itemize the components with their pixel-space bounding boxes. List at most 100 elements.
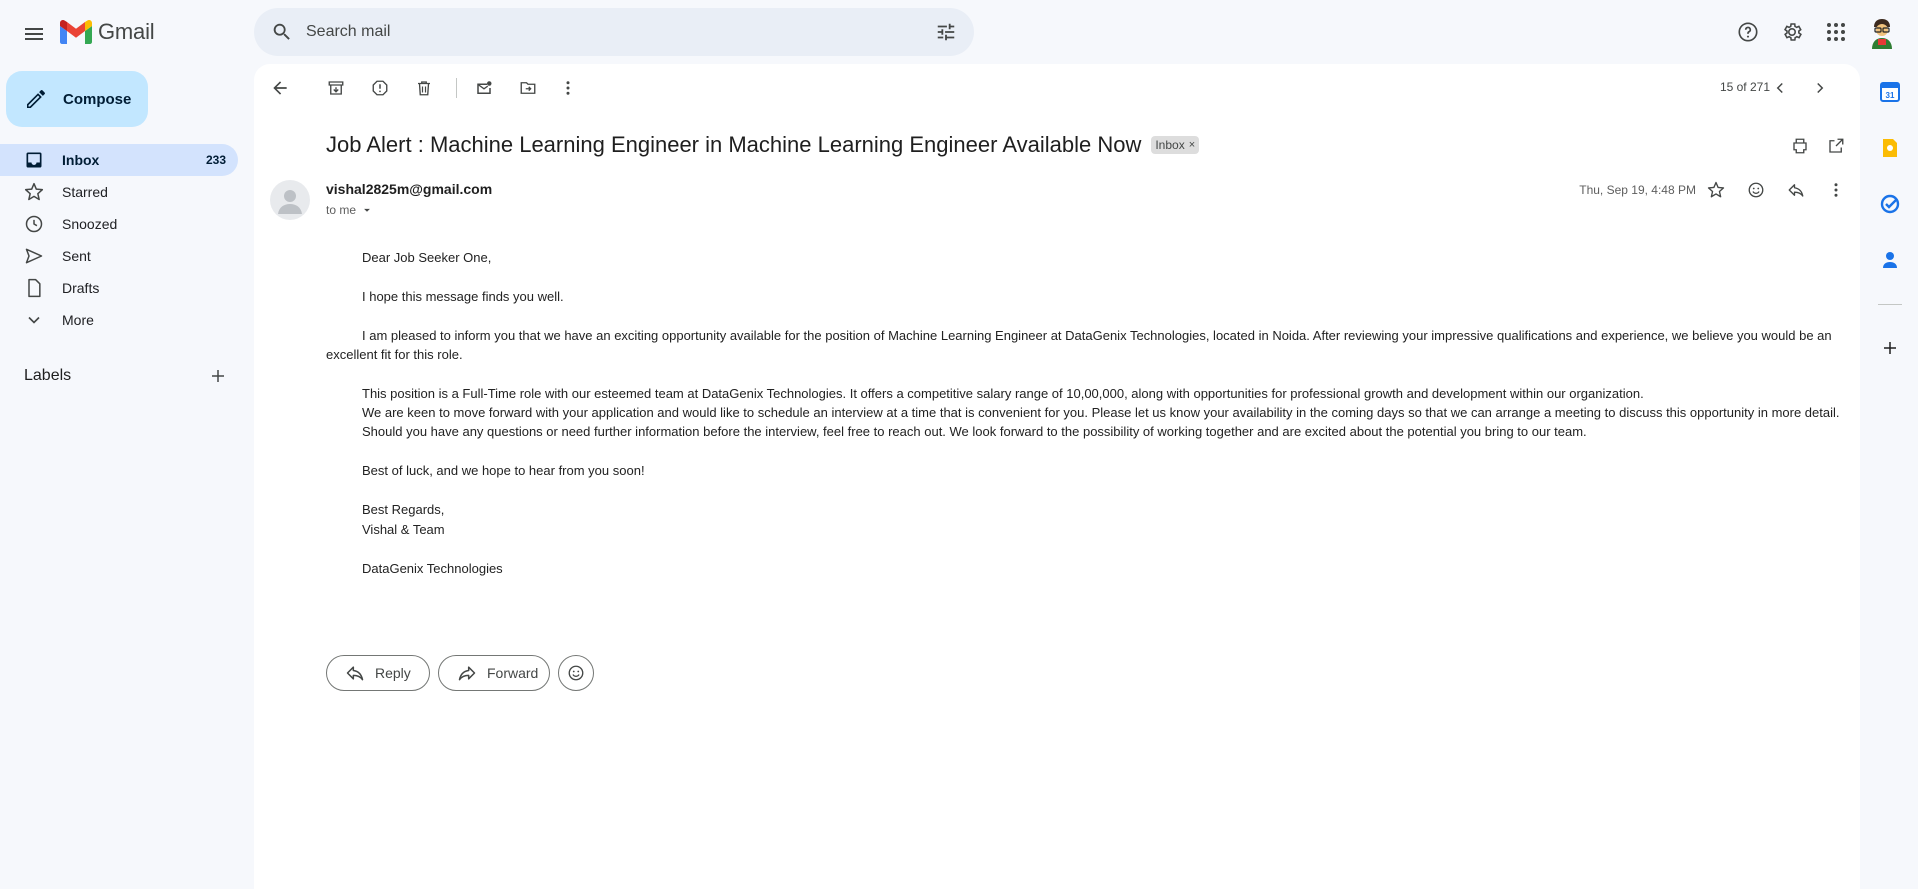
- gmail-m-icon: [60, 20, 92, 44]
- body-paragraph-line: This position is a Full-Time role with o…: [362, 386, 1644, 401]
- body-signature: Vishal & Team: [362, 522, 445, 537]
- open-new-window-button[interactable]: [1816, 126, 1856, 166]
- open-in-new-icon: [1829, 138, 1844, 153]
- mark-unread-button[interactable]: [464, 68, 504, 108]
- tune-icon: [937, 23, 955, 41]
- star-icon: [1707, 181, 1725, 198]
- email-date: Thu, Sep 19, 4:48 PM: [1579, 183, 1696, 197]
- forward-action-button[interactable]: Forward: [438, 655, 550, 691]
- body-greeting: Dear Job Seeker One,: [362, 250, 492, 265]
- plus-icon: [212, 370, 224, 382]
- archive-icon: [328, 81, 344, 95]
- print-all-button[interactable]: [1780, 126, 1820, 166]
- account-avatar[interactable]: [1862, 12, 1902, 52]
- reply-action-button[interactable]: Reply: [326, 655, 430, 691]
- user-avatar-icon: [1865, 15, 1899, 49]
- chevron-left-icon: [1776, 82, 1783, 94]
- create-label-button[interactable]: [202, 360, 234, 392]
- report-spam-button[interactable]: [360, 68, 400, 108]
- move-to-button[interactable]: [508, 68, 548, 108]
- apps-grid-icon: [1827, 23, 1845, 41]
- svg-text:31: 31: [1886, 91, 1895, 100]
- send-icon: [22, 244, 46, 268]
- body-company: DataGenix Technologies: [362, 561, 503, 576]
- sidebar-nav: Inbox 233 Starred Snoozed Sent Drafts Mo…: [0, 144, 238, 336]
- chevron-right-icon: [1817, 82, 1824, 94]
- search-button[interactable]: [262, 12, 302, 52]
- sidebar-item-label: More: [62, 312, 94, 328]
- sidebar-item-drafts[interactable]: Drafts: [0, 272, 238, 304]
- chevron-down-icon: [22, 308, 46, 332]
- back-button[interactable]: [260, 68, 300, 108]
- sidebar-item-label: Drafts: [62, 280, 100, 296]
- sidebar-item-snoozed[interactable]: Snoozed: [0, 208, 238, 240]
- help-icon: [1738, 22, 1758, 42]
- search-icon: [273, 23, 290, 40]
- contacts-app-button[interactable]: [1870, 240, 1910, 280]
- support-button[interactable]: [1728, 12, 1768, 52]
- google-apps-button[interactable]: [1816, 12, 1856, 52]
- body-regards: Best Regards,: [362, 502, 445, 517]
- more-actions-button[interactable]: [548, 68, 588, 108]
- remove-label-button[interactable]: ×: [1189, 139, 1195, 151]
- unread-count: 233: [205, 153, 226, 167]
- reply-button[interactable]: [1776, 170, 1816, 210]
- sender-avatar[interactable]: [270, 180, 310, 220]
- pencil-icon: [27, 89, 45, 108]
- add-reaction-button[interactable]: [1736, 170, 1776, 210]
- folder-move-icon: [520, 82, 536, 94]
- sidebar-item-more[interactable]: More: [0, 304, 238, 336]
- main-menu-button[interactable]: [12, 12, 56, 56]
- reply-label: Reply: [375, 665, 411, 681]
- report-icon: [372, 80, 388, 96]
- sender-email[interactable]: vishal2825m@gmail.com: [326, 181, 492, 197]
- calendar-app-button[interactable]: 31: [1870, 72, 1910, 112]
- contacts-icon: [1883, 252, 1897, 268]
- body-paragraph-line: I am pleased to inform you that we have …: [362, 328, 1832, 343]
- get-addons-button[interactable]: [1870, 328, 1910, 368]
- newer-button[interactable]: [1760, 68, 1800, 108]
- label-chip: Inbox ×: [1151, 136, 1200, 154]
- more-vert-icon: [566, 81, 570, 95]
- forward-icon: [458, 666, 476, 681]
- tasks-app-button[interactable]: [1870, 184, 1910, 224]
- more-vert-icon: [1834, 183, 1838, 197]
- hamburger-icon: [25, 28, 43, 40]
- search-options-button[interactable]: [926, 12, 966, 52]
- keep-app-button[interactable]: [1870, 128, 1910, 168]
- emoji-icon: [1748, 182, 1764, 198]
- app-name: Gmail: [98, 19, 155, 44]
- gmail-logo[interactable]: Gmail: [60, 16, 155, 48]
- search-bar[interactable]: [254, 8, 974, 56]
- archive-button[interactable]: [316, 68, 356, 108]
- sidebar-item-sent[interactable]: Sent: [0, 240, 238, 272]
- labels-section: Labels: [24, 360, 234, 392]
- emoji-reaction-button[interactable]: [558, 655, 594, 691]
- body-paragraph-line: We are keen to move forward with your ap…: [362, 405, 1840, 420]
- message-more-button[interactable]: [1816, 170, 1856, 210]
- print-icon: [1793, 138, 1807, 154]
- older-button[interactable]: [1800, 68, 1840, 108]
- body-paragraph-line: Should you have any questions or need fu…: [362, 424, 1587, 439]
- sidebar-item-inbox[interactable]: Inbox 233: [0, 144, 238, 176]
- sidebar-item-label: Sent: [62, 248, 91, 264]
- settings-button[interactable]: [1772, 12, 1812, 52]
- gear-icon: [1784, 23, 1802, 41]
- recipient-details-toggle[interactable]: to me: [326, 203, 374, 217]
- clock-icon: [22, 212, 46, 236]
- body-paragraph-line: excellent fit for this role.: [326, 347, 463, 362]
- search-input[interactable]: [302, 23, 926, 41]
- reply-icon: [1788, 184, 1804, 197]
- compose-label: Compose: [63, 90, 132, 108]
- mark-unread-icon: [477, 81, 492, 94]
- keep-icon: [1883, 139, 1897, 157]
- compose-button[interactable]: Compose: [6, 71, 148, 127]
- message-counter: 15 of 271: [1719, 80, 1770, 94]
- labels-title: Labels: [24, 367, 72, 384]
- email-subject-row: Job Alert : Machine Learning Engineer in…: [326, 132, 1200, 158]
- delete-button[interactable]: [404, 68, 444, 108]
- tasks-icon: [1880, 194, 1900, 214]
- sidebar-item-starred[interactable]: Starred: [0, 176, 238, 208]
- inbox-icon: [22, 148, 46, 172]
- star-message-button[interactable]: [1696, 170, 1736, 210]
